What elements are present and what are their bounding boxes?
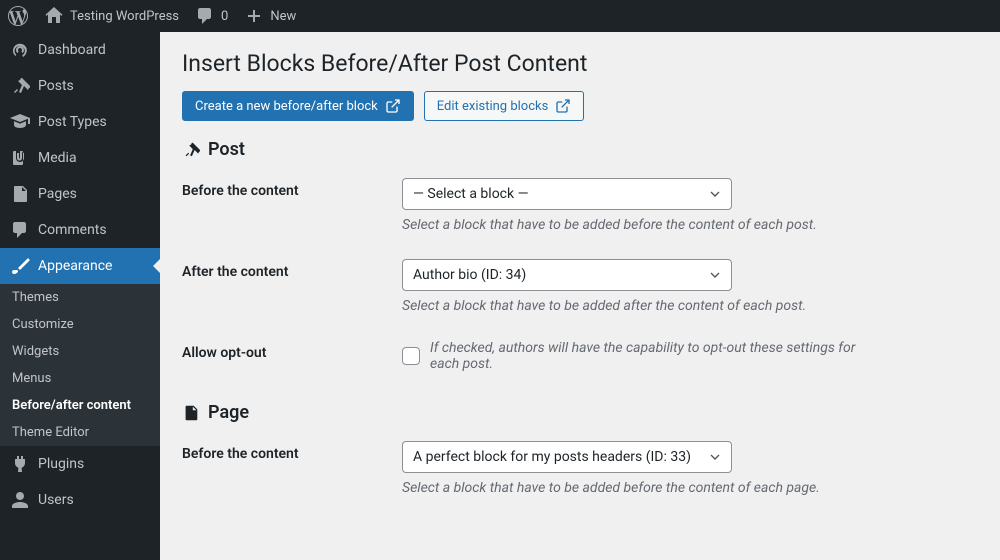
sidebar-item-dashboard[interactable]: Dashboard — [0, 32, 160, 68]
external-link-icon — [555, 98, 571, 114]
sidebar-item-post-types[interactable]: Post Types — [0, 104, 160, 140]
select-value: — Select a block — — [413, 186, 529, 202]
comments-link[interactable]: 0 — [187, 0, 236, 32]
button-label: Edit existing blocks — [437, 99, 549, 114]
chevron-down-icon — [707, 449, 723, 465]
new-label: New — [270, 9, 296, 24]
optout-label: Allow opt-out — [182, 340, 402, 361]
sidebar-item-label: Users — [38, 492, 74, 508]
post-after-select[interactable]: Author bio (ID: 34) — [402, 259, 732, 291]
home-icon — [44, 6, 64, 26]
button-label: Create a new before/after block — [195, 99, 378, 114]
pages-icon — [182, 404, 200, 422]
submenu-item-menus[interactable]: Menus — [0, 365, 160, 392]
create-block-button[interactable]: Create a new before/after block — [182, 91, 414, 121]
submenu-item-themes[interactable]: Themes — [0, 284, 160, 311]
admin-sidebar: Dashboard Posts Post Types Media Pages C… — [0, 32, 160, 560]
submenu-item-widgets[interactable]: Widgets — [0, 338, 160, 365]
sidebar-item-label: Comments — [38, 222, 107, 238]
site-name-label: Testing WordPress — [70, 9, 179, 24]
plus-icon — [244, 6, 264, 26]
sidebar-item-plugins[interactable]: Plugins — [0, 446, 160, 482]
field-description: Select a block that have to be added bef… — [402, 217, 882, 233]
media-icon — [10, 148, 30, 168]
wordpress-icon — [8, 6, 28, 26]
brush-icon — [10, 256, 30, 276]
chevron-down-icon — [707, 186, 723, 202]
plugin-icon — [10, 454, 30, 474]
field-description: Select a block that have to be added aft… — [402, 298, 882, 314]
pages-icon — [10, 184, 30, 204]
optout-description: If checked, authors will have the capabi… — [430, 340, 882, 372]
sidebar-item-label: Media — [38, 150, 77, 166]
sidebar-item-media[interactable]: Media — [0, 140, 160, 176]
post-before-select[interactable]: — Select a block — — [402, 178, 732, 210]
page-before-select[interactable]: A perfect block for my posts headers (ID… — [402, 441, 732, 473]
external-link-icon — [385, 98, 401, 114]
wp-logo[interactable] — [0, 0, 36, 32]
dashboard-icon — [10, 40, 30, 60]
section-title: Post — [208, 139, 245, 160]
submenu-item-theme-editor[interactable]: Theme Editor — [0, 419, 160, 446]
sidebar-item-label: Plugins — [38, 456, 84, 472]
section-title: Page — [208, 402, 249, 423]
section-heading-page: Page — [182, 402, 978, 423]
submenu-item-customize[interactable]: Customize — [0, 311, 160, 338]
users-icon — [10, 490, 30, 510]
pin-icon — [10, 76, 30, 96]
page-content: Insert Blocks Before/After Post Content … — [160, 32, 1000, 560]
sidebar-item-label: Dashboard — [38, 42, 106, 58]
page-title: Insert Blocks Before/After Post Content — [182, 50, 978, 77]
comment-icon — [195, 6, 215, 26]
appearance-submenu: Themes Customize Widgets Menus Before/af… — [0, 284, 160, 446]
sidebar-item-appearance[interactable]: Appearance — [0, 248, 160, 284]
sidebar-item-pages[interactable]: Pages — [0, 176, 160, 212]
comments-icon — [10, 220, 30, 240]
sidebar-item-label: Pages — [38, 186, 77, 202]
new-link[interactable]: New — [236, 0, 304, 32]
sidebar-item-posts[interactable]: Posts — [0, 68, 160, 104]
select-value: Author bio (ID: 34) — [413, 267, 526, 283]
graduation-icon — [10, 112, 30, 132]
pin-icon — [182, 141, 200, 159]
section-heading-post: Post — [182, 139, 978, 160]
select-value: A perfect block for my posts headers (ID… — [413, 449, 691, 465]
after-content-label: After the content — [182, 259, 402, 280]
edit-blocks-button[interactable]: Edit existing blocks — [424, 91, 585, 121]
comments-count: 0 — [221, 9, 228, 24]
sidebar-item-label: Post Types — [38, 114, 107, 130]
sidebar-item-label: Appearance — [38, 258, 112, 274]
before-content-label: Before the content — [182, 178, 402, 199]
optout-checkbox[interactable] — [402, 347, 420, 365]
field-description: Select a block that have to be added bef… — [402, 480, 882, 496]
chevron-down-icon — [707, 267, 723, 283]
site-name-link[interactable]: Testing WordPress — [36, 0, 187, 32]
before-content-label: Before the content — [182, 441, 402, 462]
sidebar-item-comments[interactable]: Comments — [0, 212, 160, 248]
sidebar-item-label: Posts — [38, 78, 74, 94]
submenu-item-before-after[interactable]: Before/after content — [0, 392, 160, 419]
sidebar-item-users[interactable]: Users — [0, 482, 160, 518]
